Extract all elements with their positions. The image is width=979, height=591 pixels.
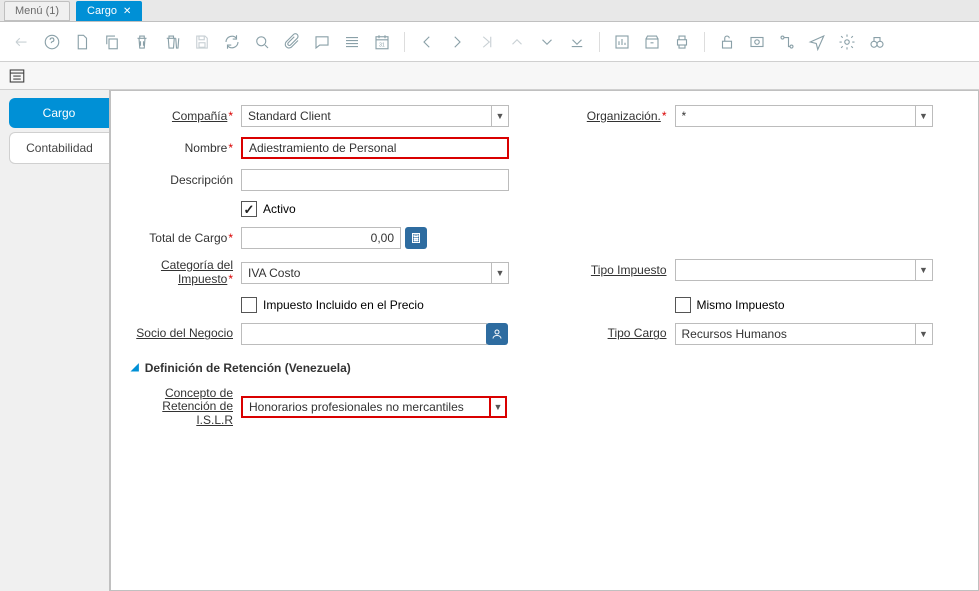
- label-mismo-impuesto: Mismo Impuesto: [697, 298, 785, 312]
- chevron-down-icon[interactable]: ▼: [915, 259, 933, 281]
- sidebar-tab-contabilidad[interactable]: Contabilidad: [9, 132, 109, 164]
- toolbar-separator: [599, 32, 600, 52]
- toolbar-separator: [404, 32, 405, 52]
- label-impuesto-incluido: Impuesto Incluido en el Precio: [263, 298, 424, 312]
- secondary-bar: [0, 62, 979, 90]
- collapse-icon[interactable]: ◢: [131, 362, 139, 373]
- label-nombre: Nombre*: [131, 141, 241, 155]
- first-icon[interactable]: [475, 30, 499, 54]
- chevron-down-icon[interactable]: ▼: [915, 323, 933, 345]
- help-icon[interactable]: [40, 30, 64, 54]
- calendar-icon[interactable]: 31: [370, 30, 394, 54]
- label-compania: Compañía*: [131, 109, 241, 123]
- main-layout: Cargo Contabilidad Compañía* ▼ Organizac…: [0, 90, 979, 591]
- chevron-down-icon[interactable]: ▼: [491, 105, 509, 127]
- sidebar-tab-label: Cargo: [43, 106, 76, 120]
- label-descripcion: Descripción: [131, 173, 241, 187]
- save-icon[interactable]: [190, 30, 214, 54]
- attach-icon[interactable]: [280, 30, 304, 54]
- checkbox-icon[interactable]: [241, 297, 257, 313]
- copy-icon[interactable]: [100, 30, 124, 54]
- label-organizacion: Organización.*: [565, 109, 675, 123]
- label-socio-negocio: Socio del Negocio: [131, 326, 241, 340]
- chevron-down-icon[interactable]: ▼: [491, 262, 509, 284]
- prev-record-icon[interactable]: [415, 30, 439, 54]
- label-tipo-cargo: Tipo Cargo: [565, 326, 675, 340]
- tab-cargo-label: Cargo: [87, 5, 117, 17]
- total-cargo-field[interactable]: [241, 227, 401, 249]
- section-title: Definición de Retención (Venezuela): [145, 361, 351, 375]
- search-icon[interactable]: [250, 30, 274, 54]
- back-icon[interactable]: [10, 30, 34, 54]
- socio-negocio-field[interactable]: [241, 323, 487, 345]
- gear-icon[interactable]: [835, 30, 859, 54]
- workflow-icon[interactable]: [775, 30, 799, 54]
- label-activo: Activo: [263, 202, 296, 216]
- report-icon[interactable]: [610, 30, 634, 54]
- zoom-icon[interactable]: [745, 30, 769, 54]
- child-icon[interactable]: [535, 30, 559, 54]
- print-icon[interactable]: [670, 30, 694, 54]
- calculator-icon[interactable]: [405, 227, 427, 249]
- next-record-icon[interactable]: [445, 30, 469, 54]
- last-icon[interactable]: [565, 30, 589, 54]
- sidebar-tab-cargo[interactable]: Cargo: [9, 98, 109, 128]
- activo-checkbox-row[interactable]: Activo: [241, 201, 296, 217]
- tab-menu-label: Menú (1): [15, 5, 59, 17]
- toolbar: 31: [0, 22, 979, 62]
- section-retencion-header: ◢ Definición de Retención (Venezuela): [131, 361, 958, 375]
- list-icon[interactable]: [340, 30, 364, 54]
- user-lookup-icon[interactable]: [486, 323, 508, 345]
- window-tabs: Menú (1) Cargo ✕: [0, 0, 979, 22]
- archive-icon[interactable]: [640, 30, 664, 54]
- chat-icon[interactable]: [310, 30, 334, 54]
- compania-field[interactable]: [241, 105, 491, 127]
- chevron-down-icon[interactable]: ▼: [489, 396, 507, 418]
- mismo-impuesto-checkbox-row[interactable]: Mismo Impuesto: [675, 297, 785, 313]
- impuesto-incluido-checkbox-row[interactable]: Impuesto Incluido en el Precio: [241, 297, 424, 313]
- categoria-impuesto-field[interactable]: [241, 262, 491, 284]
- label-categoria-impuesto: Categoría del Impuesto*: [131, 259, 241, 287]
- checkbox-icon[interactable]: [241, 201, 257, 217]
- sidebar: Cargo Contabilidad: [0, 90, 110, 591]
- form-area: Compañía* ▼ Organización.* ▼ Nombre*: [110, 90, 979, 591]
- organizacion-field[interactable]: [675, 105, 915, 127]
- delete-all-icon[interactable]: [160, 30, 184, 54]
- concepto-retencion-field[interactable]: [241, 396, 489, 418]
- tipo-impuesto-field[interactable]: [675, 259, 915, 281]
- chevron-down-icon[interactable]: ▼: [915, 105, 933, 127]
- form-view-icon[interactable]: [6, 65, 28, 87]
- descripcion-field[interactable]: [241, 169, 509, 191]
- tab-menu[interactable]: Menú (1): [4, 1, 70, 21]
- nombre-field[interactable]: [241, 137, 509, 159]
- label-total-cargo: Total de Cargo*: [131, 231, 241, 245]
- svg-text:31: 31: [379, 42, 385, 48]
- toolbar-separator: [704, 32, 705, 52]
- label-concepto-retencion: Concepto de Retención de I.S.L.R: [131, 387, 241, 428]
- close-icon[interactable]: ✕: [123, 6, 131, 17]
- checkbox-icon[interactable]: [675, 297, 691, 313]
- new-icon[interactable]: [70, 30, 94, 54]
- tab-cargo[interactable]: Cargo ✕: [76, 1, 142, 21]
- binoculars-icon[interactable]: [865, 30, 889, 54]
- label-tipo-impuesto: Tipo Impuesto: [565, 263, 675, 277]
- delete-icon[interactable]: [130, 30, 154, 54]
- send-icon[interactable]: [805, 30, 829, 54]
- sidebar-tab-label: Contabilidad: [26, 141, 93, 155]
- refresh-icon[interactable]: [220, 30, 244, 54]
- tipo-cargo-field[interactable]: [675, 323, 915, 345]
- lock-icon[interactable]: [715, 30, 739, 54]
- parent-icon[interactable]: [505, 30, 529, 54]
